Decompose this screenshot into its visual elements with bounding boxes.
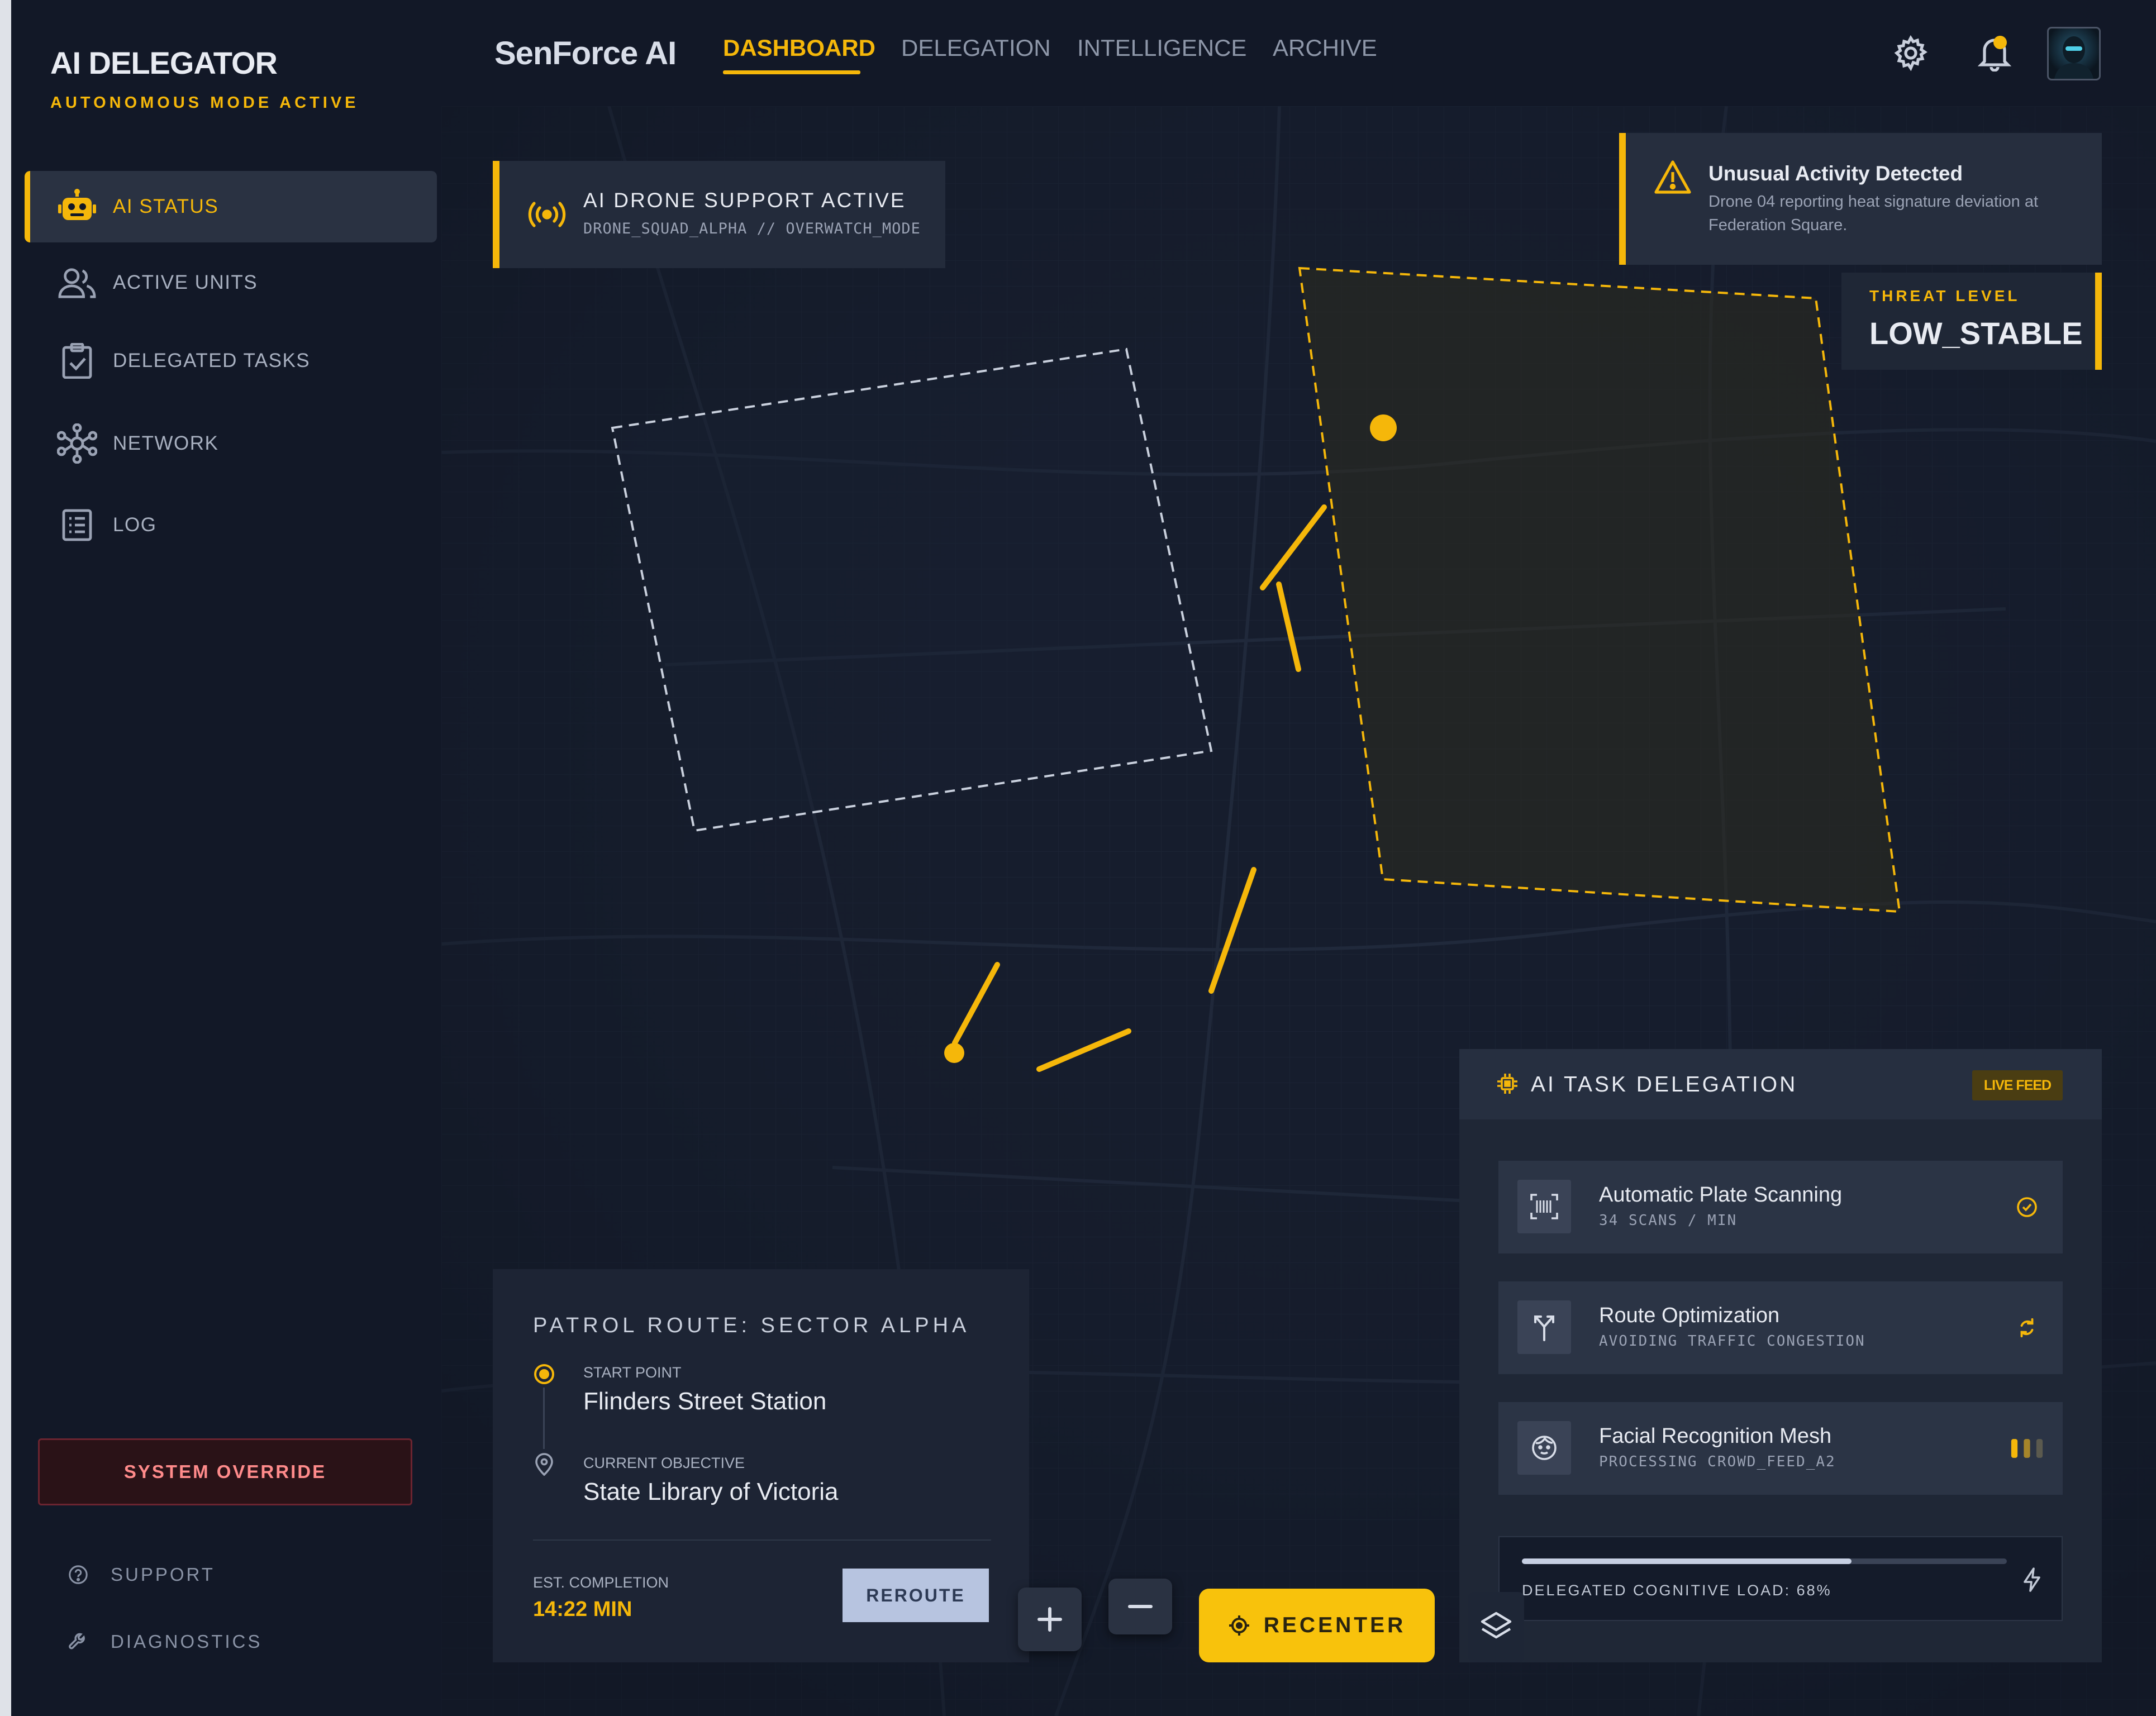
chip-icon (1496, 1072, 1519, 1098)
recenter-button[interactable]: RECENTER (1199, 1589, 1435, 1662)
task-panel-title: AI TASK DELEGATION (1531, 1072, 1798, 1097)
sidebar-item-label: ACTIVE UNITS (113, 271, 258, 293)
robot-icon (57, 187, 97, 227)
support-link[interactable]: SUPPORT (61, 1564, 215, 1585)
sidebar-item-label: LOG (113, 514, 157, 536)
reroute-button[interactable]: REROUTE (843, 1569, 989, 1622)
drone-status-title: AI DRONE SUPPORT ACTIVE (583, 189, 906, 212)
sidebar-item-log[interactable]: LOG (25, 489, 437, 561)
task-item[interactable]: Facial Recognition Mesh PROCESSING CROWD… (1498, 1402, 2063, 1495)
list-icon (57, 505, 97, 545)
system-override-button[interactable]: SYSTEM OVERRIDE (38, 1438, 412, 1505)
alert-card[interactable]: Unusual Activity Detected Drone 04 repor… (1619, 133, 2102, 265)
help-circle-icon (61, 1564, 95, 1585)
start-point-value: Flinders Street Station (583, 1388, 827, 1415)
zoom-in-button[interactable] (1018, 1588, 1082, 1651)
notification-dot (1993, 36, 2007, 49)
patrol-route-title: PATROL ROUTE: SECTOR ALPHA (533, 1314, 970, 1337)
face-icon (1517, 1421, 1571, 1475)
support-label: SUPPORT (111, 1564, 215, 1585)
load-progress-track (1522, 1558, 2007, 1564)
tab-delegation[interactable]: DELEGATION (901, 35, 1051, 61)
tab-dashboard[interactable]: DASHBOARD (723, 35, 875, 61)
patrol-route-card: PATROL ROUTE: SECTOR ALPHA START POINT F… (493, 1269, 1029, 1662)
start-point-icon (533, 1363, 555, 1388)
users-icon (57, 263, 97, 303)
zoom-out-button[interactable] (1108, 1579, 1172, 1634)
alert-title: Unusual Activity Detected (1708, 162, 1963, 185)
layers-button[interactable] (1468, 1592, 1524, 1662)
tab-intelligence[interactable]: INTELLIGENCE (1077, 35, 1246, 61)
layers-icon (1480, 1610, 1512, 1645)
threat-level-value: LOW_STABLE (1869, 316, 2083, 351)
warning-icon (1654, 160, 1692, 197)
task-item[interactable]: Route Optimization AVOIDING TRAFFIC CONG… (1498, 1281, 2063, 1374)
diagnostics-label: DIAGNOSTICS (111, 1631, 263, 1652)
task-name: Automatic Plate Scanning (1599, 1183, 1843, 1207)
sidebar-item-ai-status[interactable]: AI STATUS (25, 171, 437, 242)
gear-icon[interactable] (1888, 28, 1933, 78)
objective-value: State Library of Victoria (583, 1478, 839, 1505)
window-edge (0, 0, 11, 1716)
crosshair-icon (1228, 1614, 1250, 1637)
load-label: DELEGATED COGNITIVE LOAD: 68% (1522, 1582, 1832, 1599)
drone-04-marker[interactable] (1370, 414, 1397, 441)
sidebar-item-label: AI STATUS (113, 196, 219, 217)
recenter-label: RECENTER (1263, 1613, 1406, 1637)
objective-label: CURRENT OBJECTIVE (583, 1455, 745, 1471)
threat-level-card: THREAT LEVEL LOW_STABLE (1841, 273, 2102, 370)
sidebar-item-active-units[interactable]: ACTIVE UNITS (25, 247, 437, 318)
alert-zone-primary[interactable] (1298, 266, 1901, 913)
sync-icon (2010, 1314, 2044, 1342)
active-tab-indicator (723, 70, 860, 74)
task-panel-header: AI TASK DELEGATION LIVE FEED (1459, 1049, 2102, 1119)
lightning-icon (2022, 1567, 2041, 1595)
sidebar-item-label: NETWORK (113, 432, 219, 454)
bell-icon[interactable] (1972, 28, 2017, 78)
barcode-scan-icon (1517, 1180, 1571, 1233)
task-name: Facial Recognition Mesh (1599, 1424, 1832, 1448)
patrol-zone-secondary[interactable] (611, 347, 1213, 832)
task-detail: 34 SCANS / MIN (1599, 1212, 1738, 1229)
route-start-marker[interactable] (944, 1043, 964, 1063)
broadcast-icon (527, 200, 567, 232)
route-connector (543, 1388, 545, 1449)
sidebar: AI DELEGATOR AUTONOMOUS MODE ACTIVE AI S… (11, 0, 441, 1716)
diagnostics-link[interactable]: DIAGNOSTICS (61, 1631, 262, 1652)
app-title: AI DELEGATOR (50, 45, 278, 80)
tab-archive[interactable]: ARCHIVE (1273, 35, 1377, 61)
threat-level-label: THREAT LEVEL (1869, 287, 2020, 304)
task-detail: AVOIDING TRAFFIC CONGESTION (1599, 1333, 1865, 1350)
start-point-label: START POINT (583, 1364, 682, 1381)
mode-status: AUTONOMOUS MODE ACTIVE (50, 94, 359, 112)
eta-label: EST. COMPLETION (533, 1574, 669, 1591)
map-pin-icon (534, 1452, 554, 1479)
alert-body: Drone 04 reporting heat signature deviat… (1708, 193, 2039, 234)
signal-bars-icon (2010, 1434, 2044, 1462)
network-hub-icon (57, 423, 97, 464)
wrench-icon (61, 1631, 95, 1652)
drone-status-subtitle: DRONE_SQUAD_ALPHA // OVERWATCH_MODE (583, 220, 921, 237)
load-progress-fill (1522, 1558, 1852, 1564)
task-item[interactable]: Automatic Plate Scanning 34 SCANS / MIN (1498, 1161, 2063, 1253)
task-delegation-panel: AI TASK DELEGATION LIVE FEED Automatic P… (1459, 1049, 2102, 1662)
divider (533, 1539, 991, 1541)
drone-status-card: AI DRONE SUPPORT ACTIVE DRONE_SQUAD_ALPH… (493, 161, 945, 268)
cognitive-load-meter: DELEGATED COGNITIVE LOAD: 68% (1498, 1536, 2063, 1621)
clipboard-check-icon (57, 341, 97, 381)
live-feed-badge: LIVE FEED (1972, 1070, 2063, 1100)
eta-value: 14:22 MIN (533, 1598, 632, 1621)
avatar[interactable] (2047, 27, 2101, 80)
sidebar-item-network[interactable]: NETWORK (25, 408, 437, 479)
check-circle-icon (2010, 1193, 2044, 1221)
brand-logo[interactable]: SenForce AI (494, 35, 677, 72)
route-split-icon (1517, 1300, 1571, 1354)
task-name: Route Optimization (1599, 1304, 1780, 1327)
sidebar-item-label: DELEGATED TASKS (113, 350, 311, 371)
task-detail: PROCESSING CROWD_FEED_A2 (1599, 1453, 1836, 1470)
sidebar-item-delegated-tasks[interactable]: DELEGATED TASKS (25, 325, 437, 397)
